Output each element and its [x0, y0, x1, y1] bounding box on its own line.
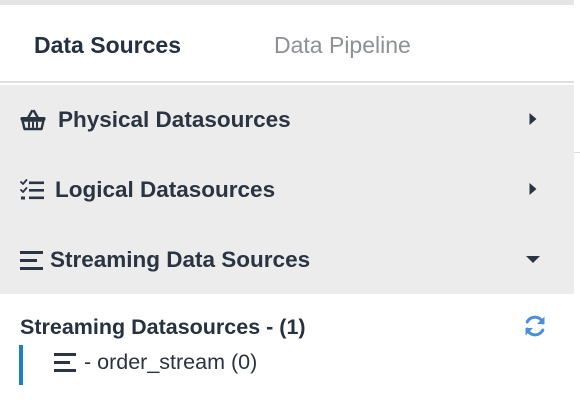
- right-edge: [574, 0, 580, 400]
- basket-icon: [20, 109, 46, 131]
- caret-right-icon: [524, 110, 542, 128]
- streaming-content: Streaming Datasources - (1) - order_stre…: [0, 294, 574, 400]
- stream-item-label: - order_stream (0): [84, 350, 258, 374]
- section-label: Streaming Data Sources: [50, 247, 311, 272]
- bars-icon: [52, 352, 80, 374]
- caret-down-icon: [524, 250, 542, 268]
- data-sources-panel: Data Sources Data Pipeline Physical Data…: [0, 5, 574, 400]
- checklist-icon: [20, 179, 46, 201]
- section-physical-datasources[interactable]: Physical Datasources: [0, 85, 574, 155]
- tab-data-pipeline[interactable]: Data Pipeline: [274, 31, 411, 59]
- tree-indent-bar: [19, 345, 23, 385]
- section-streaming-data-sources[interactable]: Streaming Data Sources: [0, 225, 574, 295]
- tab-data-sources[interactable]: Data Sources: [34, 31, 181, 59]
- caret-right-icon: [524, 180, 542, 198]
- bars-icon: [20, 249, 46, 271]
- divider: [574, 152, 580, 153]
- section-label: Physical Datasources: [58, 107, 291, 132]
- group-title: Streaming Datasources - (1): [20, 315, 306, 339]
- refresh-icon[interactable]: [522, 313, 548, 339]
- section-label: Logical Datasources: [55, 177, 276, 202]
- tab-bar: Data Sources Data Pipeline: [0, 5, 574, 83]
- section-logical-datasources[interactable]: Logical Datasources: [0, 155, 574, 225]
